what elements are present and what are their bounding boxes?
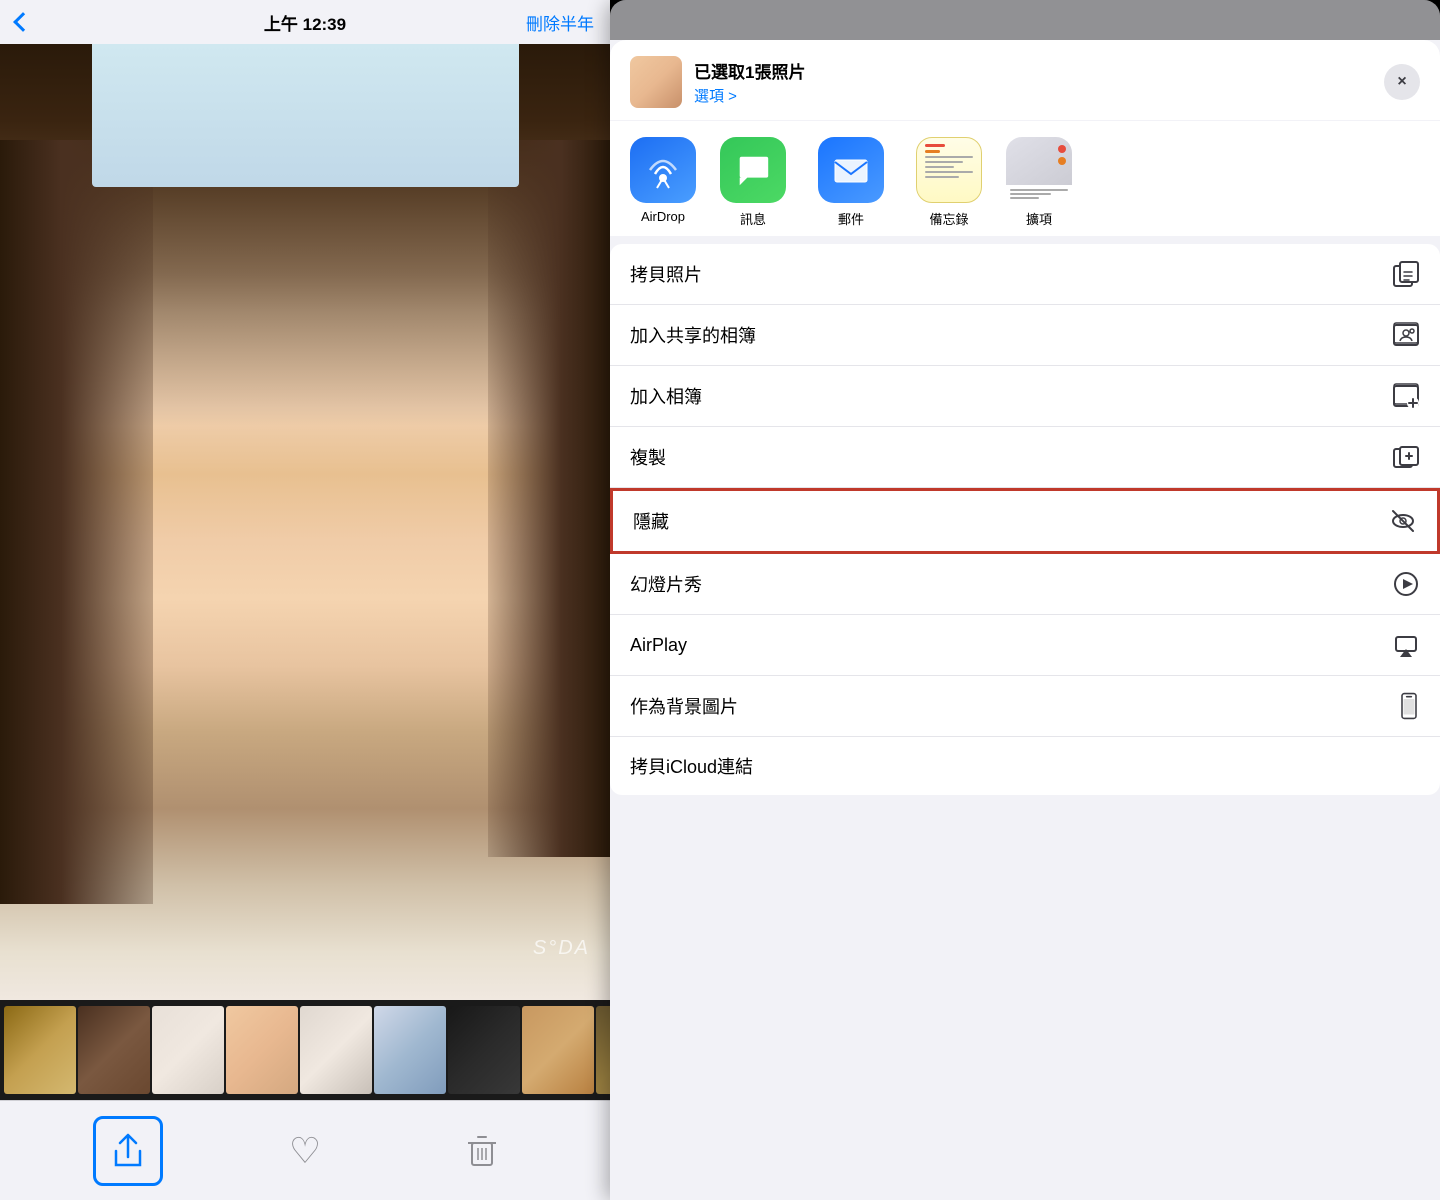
messages-bubble-icon [734,151,772,189]
close-button[interactable]: × [1384,64,1420,100]
divider-1 [610,236,1440,244]
list-item[interactable] [226,1006,298,1094]
shared-album-icon [1392,321,1420,349]
action-hide-label: 隱藏 [633,508,669,534]
hide-icon [1389,507,1417,535]
list-item[interactable] [78,1006,150,1094]
action-list-scroll[interactable]: 拷貝照片 加入共享的相簿 [610,244,1440,1200]
app-item-airdrop[interactable]: AirDrop [610,137,700,224]
phone-icon [1398,692,1420,720]
app-label-airdrop: AirDrop [641,209,685,224]
dimmed-area [610,0,1440,40]
share-icon [112,1133,144,1169]
trash-icon [466,1133,498,1169]
action-slideshow-label: 幻燈片秀 [630,571,702,597]
airdrop-icon [630,137,696,203]
copy-photo-icon [1392,260,1420,288]
list-item[interactable] [448,1006,520,1094]
share-header-left: 已選取1張照片 選項 > [630,56,805,108]
action-copy-photo[interactable]: 拷貝照片 [610,244,1440,305]
messages-icon [720,137,786,203]
status-bar: 上午 12:39 刪除半年 [0,0,610,44]
app-label-messages: 訊息 [740,209,766,228]
status-bar-left [16,15,30,29]
action-icloud-label: 拷貝iCloud連結 [630,753,753,779]
airplay-icon [1392,631,1420,659]
status-time: 上午 12:39 [264,10,346,35]
action-duplicate[interactable]: 複製 [610,427,1440,488]
action-icloud-link[interactable]: 拷貝iCloud連結 [610,737,1440,795]
action-airplay-label: AirPlay [630,635,687,656]
list-item[interactable] [374,1006,446,1094]
mail-envelope-icon [831,150,871,190]
app-item-notes[interactable]: 備忘錄 [904,137,994,228]
action-add-shared-album[interactable]: 加入共享的相簿 [610,305,1440,366]
action-slideshow[interactable]: 幻燈片秀 [610,554,1440,615]
notes-icon [916,137,982,203]
photo-toolbar: ♡ [0,1100,610,1200]
heart-icon: ♡ [289,1130,321,1172]
share-title-group: 已選取1張照片 選項 > [694,58,805,106]
main-photo: S°DA [0,44,610,1000]
share-thumbnail [630,56,682,108]
list-item[interactable] [596,1006,610,1094]
share-options-link[interactable]: 選項 > [694,85,805,106]
duplicate-icon [1392,443,1420,471]
app-item-mail[interactable]: 郵件 [806,137,896,228]
app-item-more[interactable]: 擴項 [1002,137,1092,228]
list-item[interactable] [152,1006,224,1094]
action-airplay[interactable]: AirPlay [610,615,1440,676]
share-sheet-panel: 已選取1張照片 選項 > × AirDrop [610,0,1440,1200]
photo-image [0,44,610,1000]
app-item-messages[interactable]: 訊息 [708,137,798,228]
photos-panel: 上午 12:39 刪除半年 S°DA [0,0,610,1200]
action-copy-photo-label: 拷貝照片 [630,261,702,287]
action-list: 拷貝照片 加入共享的相簿 [610,244,1440,795]
share-button-box[interactable] [93,1116,163,1186]
list-item[interactable] [4,1006,76,1094]
app-label-notes: 備忘錄 [929,209,968,228]
action-wallpaper-label: 作為背景圖片 [630,693,738,719]
share-title: 已選取1張照片 [694,58,805,83]
more-icon [1006,137,1072,203]
delete-action[interactable]: 刪除半年 [526,10,594,35]
app-label-more: 擴項 [1026,209,1052,228]
app-row: AirDrop 訊息 [610,121,1440,236]
share-header: 已選取1張照片 選項 > × [610,40,1440,120]
delete-button[interactable] [447,1116,517,1186]
action-hide[interactable]: 隱藏 [610,488,1440,554]
action-add-shared-album-label: 加入共享的相簿 [630,322,756,348]
mail-icon [818,137,884,203]
favorite-button[interactable]: ♡ [270,1116,340,1186]
action-wallpaper[interactable]: 作為背景圖片 [610,676,1440,737]
play-icon [1392,570,1420,598]
action-add-album-label: 加入相簿 [630,383,702,409]
list-item[interactable] [300,1006,372,1094]
add-album-icon [1392,382,1420,410]
list-item[interactable] [522,1006,594,1094]
share-button[interactable] [93,1116,163,1186]
thumbnail-strip [0,1000,610,1100]
airdrop-waves-icon [643,150,683,190]
share-sheet: 已選取1張照片 選項 > × AirDrop [610,40,1440,1200]
action-duplicate-label: 複製 [630,444,666,470]
app-label-mail: 郵件 [838,209,864,228]
photo-watermark: S°DA [533,937,590,960]
back-icon[interactable] [13,12,33,32]
action-add-album[interactable]: 加入相簿 [610,366,1440,427]
